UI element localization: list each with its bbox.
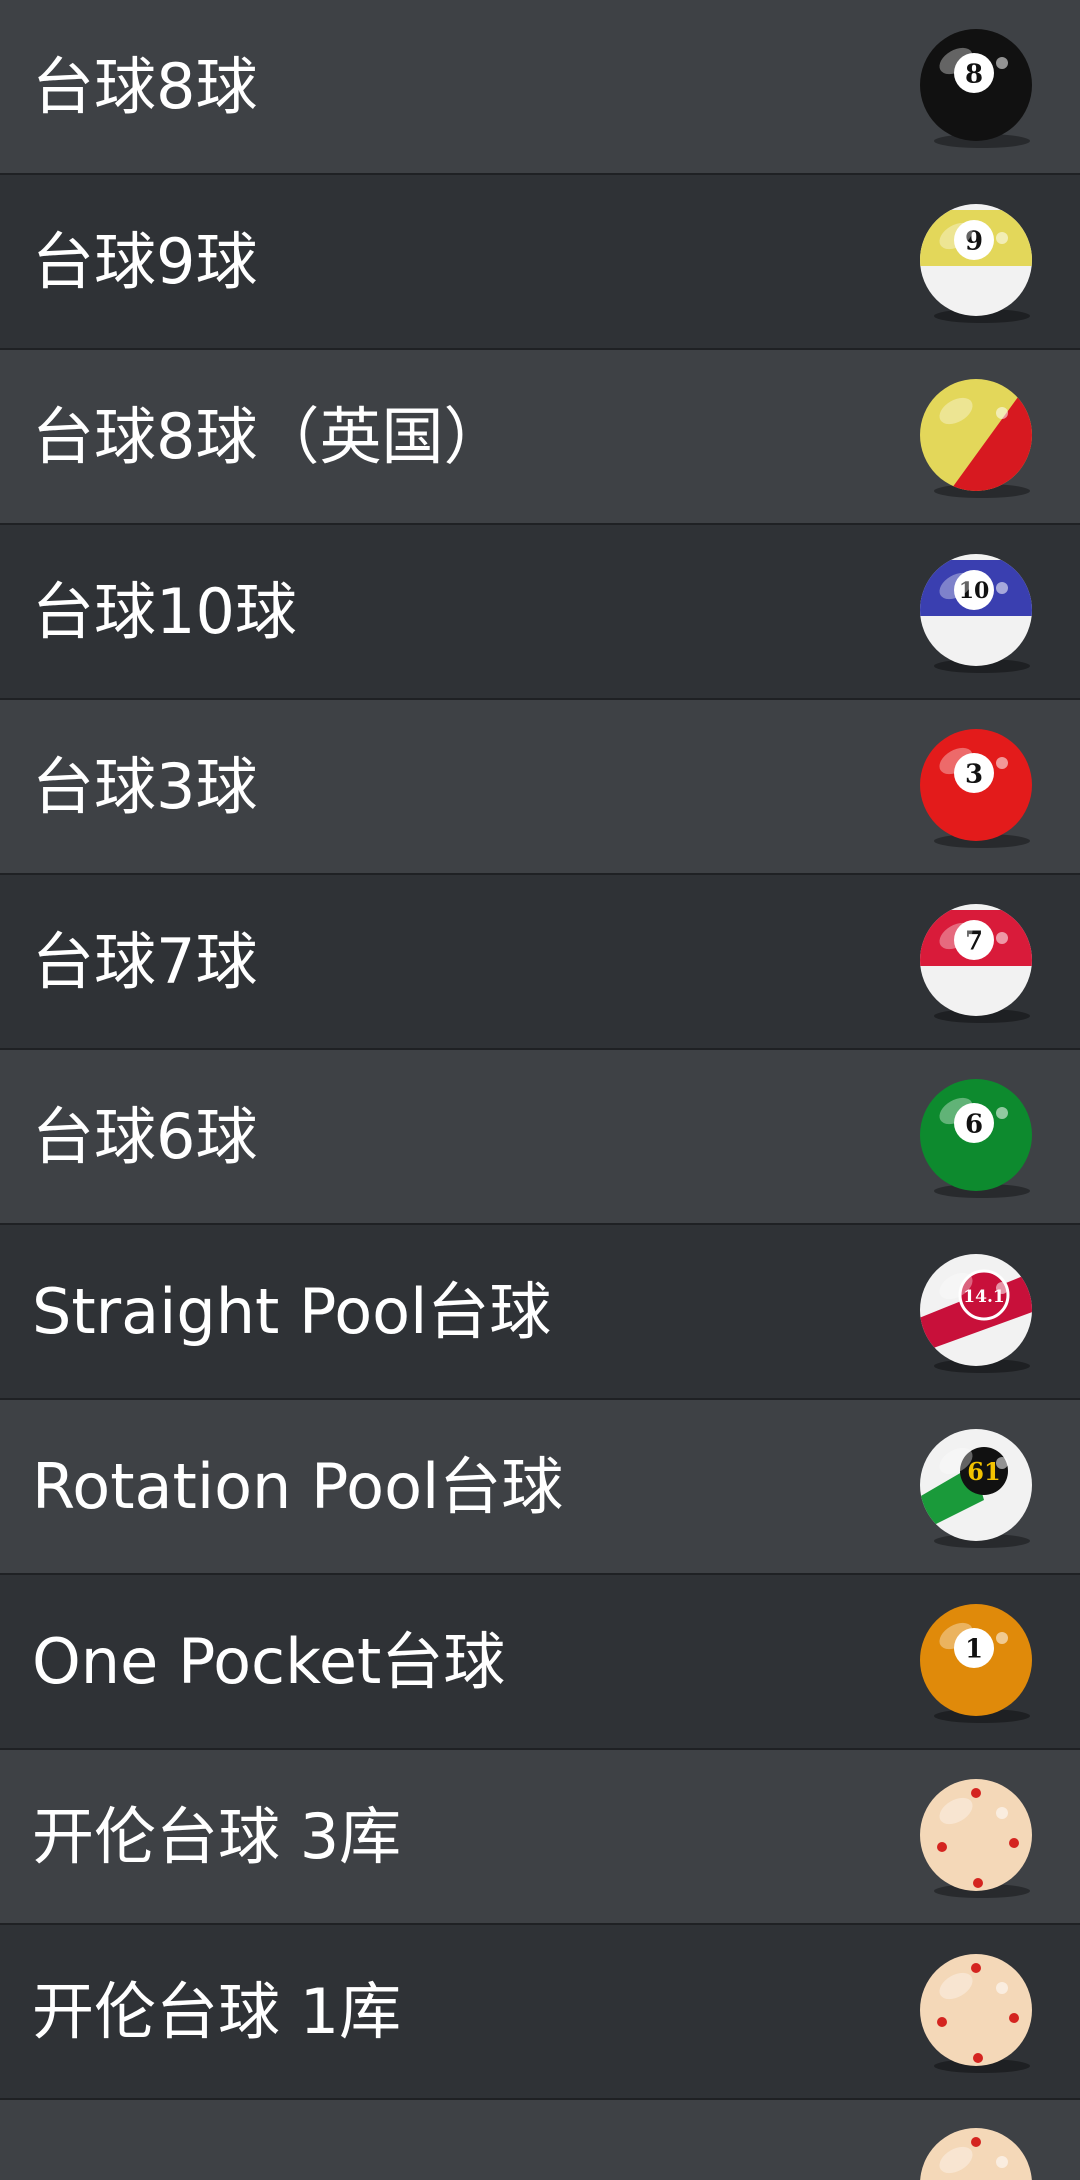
straight-pool-ball-icon: 14.1 <box>914 1250 1038 1374</box>
three-ball-icon: 3 <box>914 725 1038 849</box>
game-list-item-label: 开伦台球 3库 <box>32 1799 402 1873</box>
game-list-item[interactable]: 台球3球 3 <box>0 700 1080 875</box>
eight-ball-icon: 8 <box>914 25 1038 149</box>
seven-ball-icon: 7 <box>914 900 1038 1024</box>
game-list-item-label: 台球10球 <box>32 574 297 648</box>
game-list-item[interactable]: 开伦台球 1库 <box>0 1925 1080 2100</box>
game-list-item-label: 台球3球 <box>32 749 258 823</box>
ten-ball-icon: 10 <box>914 550 1038 674</box>
game-list-item-label: 开伦台球 1库 <box>32 1974 402 2048</box>
nine-ball-icon: 9 <box>914 200 1038 324</box>
rotation-pool-ball-icon: 61 <box>914 1425 1038 1549</box>
svg-text:61: 61 <box>967 1457 1000 1486</box>
game-list-item[interactable]: 台球9球 9 <box>0 175 1080 350</box>
game-list-item[interactable] <box>0 2100 1080 2180</box>
game-list: 台球8球 8 台球9球 9 台球8球（英国） 台球10球 10 台球3球 3 台球7球 7 台球6球 6… <box>0 0 1080 2180</box>
game-list-item-label: 台球8球 <box>32 49 258 123</box>
game-list-item[interactable]: 台球8球（英国） <box>0 350 1080 525</box>
game-list-item-label: One Pocket台球 <box>32 1624 506 1698</box>
game-list-item-label: Rotation Pool台球 <box>32 1449 564 1523</box>
six-ball-icon: 6 <box>914 1075 1038 1199</box>
carom-ball-icon <box>914 2124 1038 2180</box>
game-list-item-label: 台球6球 <box>32 1099 258 1173</box>
carom-three-cushion-ball-icon <box>914 1775 1038 1899</box>
game-list-item-label: Straight Pool台球 <box>32 1274 552 1348</box>
game-list-item[interactable]: Straight Pool台球 14.1 <box>0 1225 1080 1400</box>
game-list-item[interactable]: 台球8球 8 <box>0 0 1080 175</box>
game-list-item[interactable]: One Pocket台球 1 <box>0 1575 1080 1750</box>
game-list-item[interactable]: 台球7球 7 <box>0 875 1080 1050</box>
game-list-item[interactable]: 台球6球 6 <box>0 1050 1080 1225</box>
game-list-item[interactable]: 开伦台球 3库 <box>0 1750 1080 1925</box>
one-pocket-ball-icon: 1 <box>914 1600 1038 1724</box>
game-list-item[interactable]: 台球10球 10 <box>0 525 1080 700</box>
game-list-item-label: 台球7球 <box>32 924 258 998</box>
game-list-item-label: 台球8球（英国） <box>32 399 506 473</box>
uk-eight-ball-icon <box>914 375 1038 499</box>
game-list-item[interactable]: Rotation Pool台球 61 <box>0 1400 1080 1575</box>
game-list-item-label: 台球9球 <box>32 224 258 298</box>
carom-one-cushion-ball-icon <box>914 1950 1038 2074</box>
